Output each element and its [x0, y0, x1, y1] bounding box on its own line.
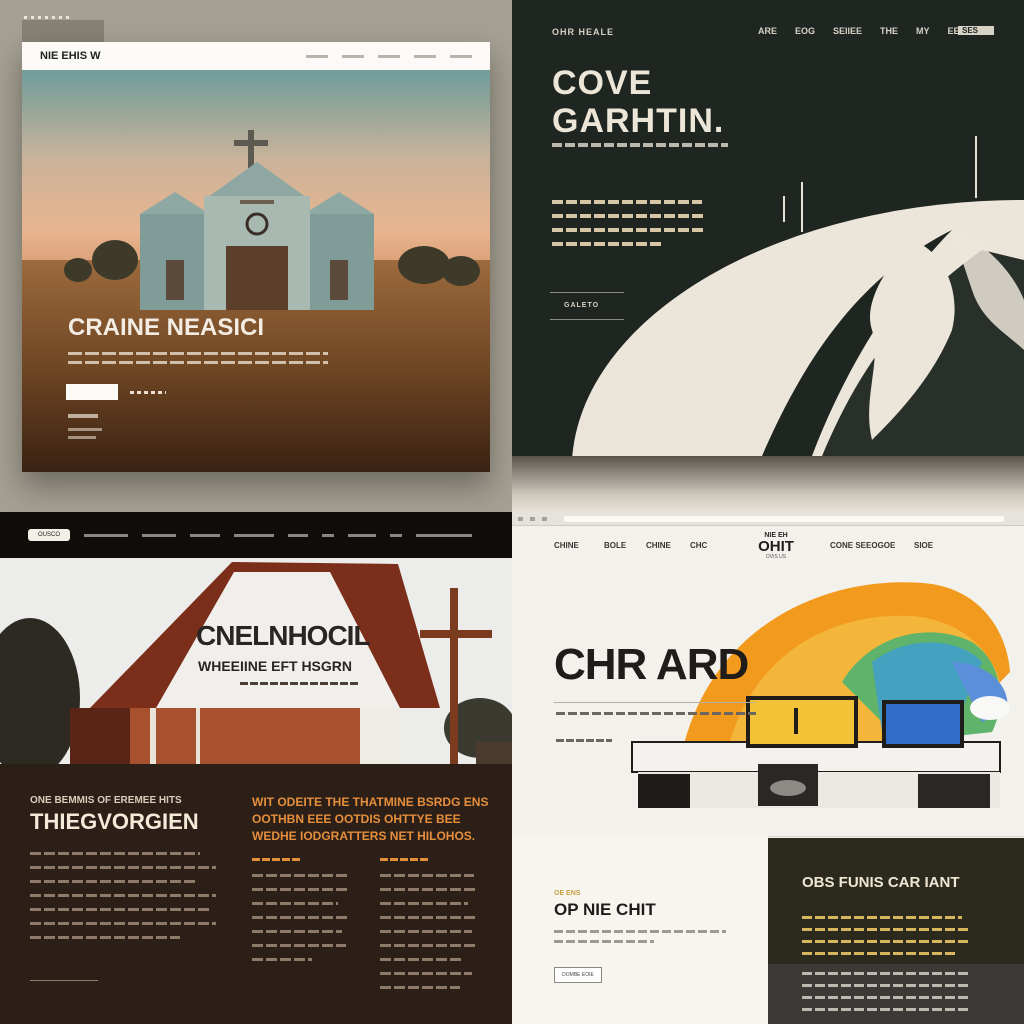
nav-item[interactable]: [348, 533, 376, 537]
nav-item[interactable]: [84, 533, 128, 537]
church-building-image: [140, 130, 374, 310]
info-panel-text: [802, 916, 968, 964]
ground-texture: [512, 456, 1024, 512]
barn-sign-caption: [240, 682, 360, 685]
tree-image: [92, 240, 138, 280]
hero-title: CRAINE NEASICI: [68, 314, 265, 341]
section-quote: WIT ODEITE THE THATMINE BSRDG ENS OOTHBN…: [252, 794, 488, 845]
mockup-frame: NIE EHIS W CRAINE NEASICI: [22, 42, 490, 472]
nav-item[interactable]: [416, 533, 472, 537]
nav-item[interactable]: [306, 54, 328, 58]
hero-rule: [554, 702, 756, 703]
text-column: [380, 874, 478, 1000]
hero-description: [556, 712, 756, 715]
meta-text: [68, 428, 102, 431]
info-panel-text: [802, 972, 968, 1020]
feature-description: [554, 930, 726, 950]
column-rule: [380, 858, 428, 861]
nav-item[interactable]: [142, 533, 176, 537]
text-column: [30, 852, 216, 950]
decorative-dots: [24, 16, 72, 19]
nav-item[interactable]: [342, 54, 364, 58]
tree-image: [442, 256, 480, 286]
hero-image: [22, 70, 490, 472]
nav-item[interactable]: [234, 533, 274, 537]
text-column: [252, 874, 350, 972]
nav-item[interactable]: [414, 54, 436, 58]
hero-description: [68, 352, 328, 370]
mockup-navbar: OUSCO: [0, 512, 512, 558]
church-landing-mockup-warm: NIE EHIS W CRAINE NEASICI: [0, 0, 512, 512]
meta-label: [68, 414, 98, 418]
nav-item[interactable]: [322, 533, 334, 537]
nav-pill-button[interactable]: OUSCO: [28, 529, 70, 541]
nav-item[interactable]: [450, 54, 472, 58]
nav-item[interactable]: [390, 533, 402, 537]
nav-item[interactable]: [288, 533, 308, 537]
section-heading: THIEGVORGIEN: [30, 809, 199, 834]
quote-line: WEDHE IODGRATTERS NET HILOHOS.: [252, 829, 476, 843]
hero-title: CHR ARD: [554, 640, 749, 689]
church-landing-mockup-barn: OUSCO CNELNHOCIL WHEEIINE EFT HSGRN ONE …: [0, 512, 512, 1024]
quote-line: WIT ODEITE THE THATMINE BSRDG ENS: [252, 795, 489, 809]
site-logo[interactable]: NIE EHIS W: [40, 50, 101, 62]
section-eyebrow: ONE BEMMIS OF EREMEE HITS: [30, 795, 182, 806]
feature-eyebrow: OE ENS: [554, 890, 581, 897]
feature-button[interactable]: DOMBE EOIE: [554, 967, 602, 983]
column-rule: [252, 858, 300, 861]
church-landing-mockup-dark: OHR HEALE ARE EOG SEIIEE THE MY EE SES C…: [512, 0, 1024, 512]
secondary-link[interactable]: [130, 391, 166, 394]
cta-button[interactable]: [66, 384, 118, 400]
mockup-navbar: NIE EHIS W: [22, 42, 490, 70]
nav-item[interactable]: [190, 533, 220, 537]
feature-title: OP NIE CHIT: [554, 900, 656, 919]
quote-line: OOTHBN EEE OOTDIS OHTTYE BEE: [252, 812, 461, 826]
info-panel-title: OBS FUNIS CAR IANT: [802, 874, 960, 891]
tree-image: [64, 258, 92, 282]
barn-sign-title: CNELNHOCIL: [196, 620, 371, 651]
nav-menu: [306, 54, 472, 58]
nav-item[interactable]: [378, 54, 400, 58]
footer-rule: [30, 980, 98, 981]
barn-sign-subtitle: WHEEIINE EFT HSGRN: [198, 658, 353, 674]
decorative-block: [22, 20, 104, 42]
hero-caption: [556, 739, 612, 742]
church-landing-mockup-rainbow: CHINE BOLE CHINE CHC NIE EH OHIT OVIS US…: [512, 512, 1024, 1024]
globe-illustration: [572, 136, 1024, 460]
nav-menu: [84, 533, 472, 537]
meta-text: [68, 436, 96, 439]
